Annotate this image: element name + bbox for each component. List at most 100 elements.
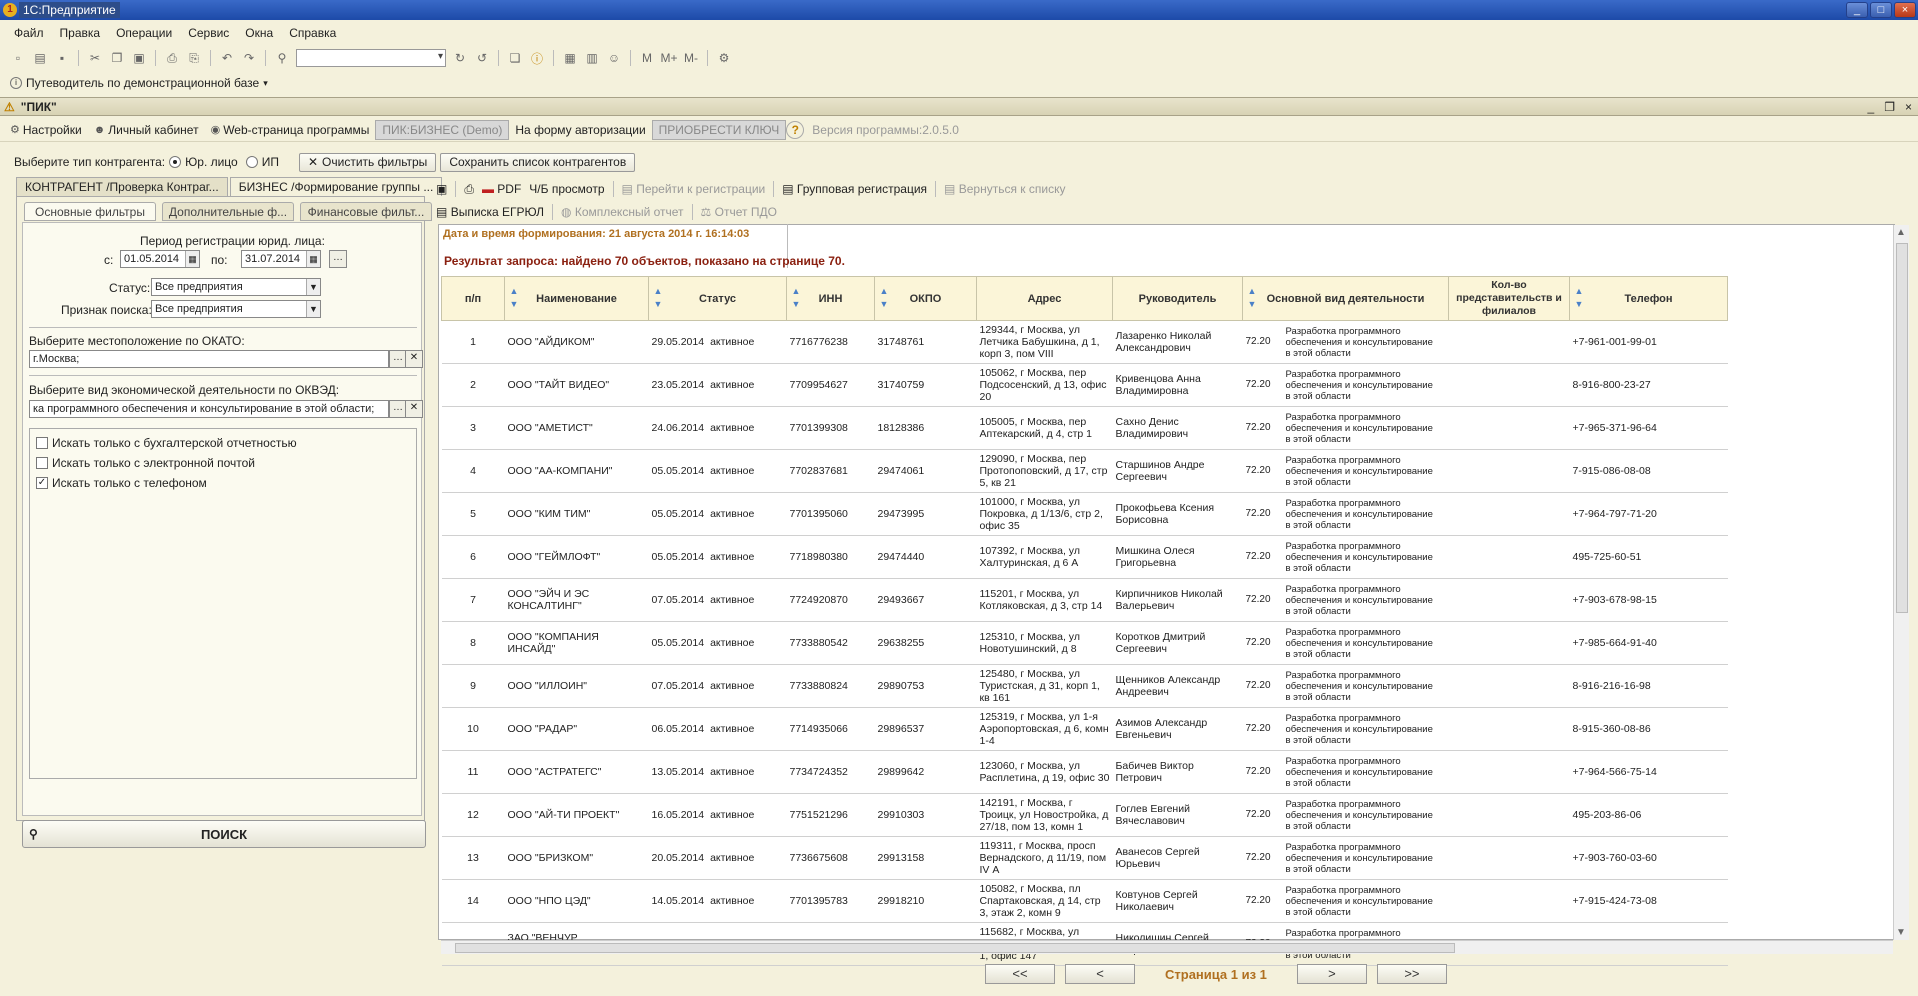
sort-icon[interactable]: ▲ ▼: [1246, 285, 1258, 313]
minimize-button[interactable]: _: [1846, 2, 1868, 18]
sub-close-button[interactable]: ×: [1905, 100, 1912, 114]
table-row[interactable]: 1 ООО "АЙДИКОМ" 29.05.2014 активное 77167762…: [441, 320, 1728, 364]
print-icon[interactable]: ⎙: [164, 50, 180, 66]
windows-icon[interactable]: ❏: [507, 50, 523, 66]
col-name[interactable]: ▲ ▼ Наименование: [504, 276, 649, 321]
mem-mminus-button[interactable]: M-: [683, 50, 699, 66]
hscroll-thumb[interactable]: [455, 943, 1455, 953]
table-row[interactable]: 14 ООО "НПО ЦЭД" 14.05.2014 активное 7701395…: [441, 879, 1728, 923]
sort-icon[interactable]: ▲ ▼: [878, 285, 890, 313]
clear-filters-button[interactable]: ✕ Очистить фильтры: [298, 152, 437, 172]
sub-restore-button[interactable]: ❐: [1884, 100, 1895, 114]
paste-icon[interactable]: ▣: [131, 50, 147, 66]
menu-file[interactable]: Файл: [14, 26, 44, 40]
demo-button[interactable]: ПИК:БИЗНЕС (Demo): [375, 119, 510, 140]
okved-clear-icon[interactable]: ✕: [405, 400, 423, 418]
checkbox-email[interactable]: [36, 457, 48, 469]
group-registration-button[interactable]: ▤ Групповая регистрация: [782, 182, 927, 196]
table-row[interactable]: 9 ООО "ИЛЛОИН" 07.05.2014 активное 773388082…: [441, 664, 1728, 708]
col-okpo[interactable]: ▲ ▼ ОКПО: [874, 276, 977, 321]
sub-minimize-button[interactable]: _: [1868, 100, 1875, 114]
tools-icon[interactable]: ⚙: [716, 50, 732, 66]
menu-edit[interactable]: Правка: [60, 26, 101, 40]
save-list-button[interactable]: Сохранить список контрагентов: [440, 152, 636, 172]
settings-button[interactable]: ⚙ Настройки: [4, 120, 88, 140]
calendar-icon[interactable]: ▦: [185, 251, 199, 267]
mem-m-button[interactable]: M: [639, 50, 655, 66]
tab-finance-filters[interactable]: Финансовые фильт...: [300, 202, 432, 221]
col-activity[interactable]: ▲ ▼ Основной вид деятельности: [1242, 276, 1449, 321]
horizontal-scrollbar[interactable]: [441, 940, 1893, 954]
maximize-button[interactable]: □: [1870, 2, 1892, 18]
cabinet-button[interactable]: ☻ Личный кабинет: [88, 120, 205, 140]
table-row[interactable]: 7 ООО "ЭЙЧ И ЭС КОНСАЛТИНГ" 07.05.2014 акти…: [441, 578, 1728, 622]
okved-field[interactable]: ка программного обеспечения и консультир…: [29, 400, 389, 418]
table-row[interactable]: 3 ООО "АМЕТИСТ" 24.06.2014 активное 77013993…: [441, 406, 1728, 450]
redo-icon[interactable]: ↷: [241, 50, 257, 66]
sign-select[interactable]: Все предприятия ▼: [151, 300, 321, 318]
okato-field[interactable]: г.Москва;: [29, 350, 389, 368]
table-row[interactable]: 8 ООО "КОМПАНИЯ ИНСАЙД" 05.05.2014 активное…: [441, 621, 1728, 665]
tab-business[interactable]: БИЗНЕС /Формирование группы ...: [229, 177, 443, 196]
status-select[interactable]: Все предприятия ▼: [151, 278, 321, 296]
users-icon[interactable]: ☺: [606, 50, 622, 66]
sort-icon[interactable]: ▲ ▼: [508, 285, 520, 313]
pdf-button[interactable]: ▬ PDF: [482, 182, 521, 196]
search-combo[interactable]: [296, 49, 446, 67]
sort-icon[interactable]: ▲ ▼: [652, 285, 664, 313]
period-select-button[interactable]: …: [329, 250, 347, 268]
last-page-button[interactable]: >>: [1376, 964, 1447, 984]
egrul-button[interactable]: ▤ Выписка ЕГРЮЛ: [436, 205, 544, 219]
cut-icon[interactable]: ✂: [87, 50, 103, 66]
mem-mplus-button[interactable]: M+: [661, 50, 678, 66]
buy-key-button[interactable]: ПРИОБРЕСТИ КЛЮЧ: [651, 119, 787, 140]
scroll-up-icon[interactable]: ▲: [1896, 227, 1906, 238]
radio-ip[interactable]: [245, 156, 258, 168]
first-page-button[interactable]: <<: [985, 964, 1055, 984]
table-row[interactable]: 2 ООО "ТАЙТ ВИДЕО" 23.05.2014 активное 77099…: [441, 363, 1728, 407]
col-phone[interactable]: ▲ ▼ Телефон: [1569, 276, 1728, 321]
prev-page-button[interactable]: <: [1065, 964, 1135, 984]
table-row[interactable]: 11 ООО "АСТРАТЕГС" 13.05.2014 активное 77347…: [441, 750, 1728, 794]
save-icon[interactable]: ▪: [54, 50, 70, 66]
col-inn[interactable]: ▲ ▼ ИНН: [786, 276, 875, 321]
auth-button[interactable]: На форму авторизации: [509, 120, 651, 140]
print-icon[interactable]: ⎙: [464, 182, 474, 197]
tab-extra-filters[interactable]: Дополнительные ф...: [162, 202, 294, 221]
date-to-field[interactable]: 31.07.2014 ▦: [241, 250, 321, 268]
table-row[interactable]: 4 ООО "АА-КОМПАНИ" 05.05.2014 активное 77028…: [441, 449, 1728, 493]
save-icon[interactable]: ▣: [436, 182, 447, 196]
find-icon[interactable]: ⚲: [274, 50, 290, 66]
complex-report-button[interactable]: ◍ Комплексный отчет: [561, 205, 684, 219]
scroll-thumb[interactable]: [1896, 243, 1908, 613]
col-status[interactable]: ▲ ▼ Статус: [648, 276, 787, 321]
close-button[interactable]: ×: [1894, 2, 1916, 18]
table-row[interactable]: 10 ООО "РАДАР" 06.05.2014 активное 771493506…: [441, 707, 1728, 751]
menu-windows[interactable]: Окна: [245, 26, 273, 40]
next-page-button[interactable]: >: [1296, 964, 1367, 984]
table-row[interactable]: 12 ООО "АЙ-ТИ ПРОЕКТ" 16.05.2014 активное 77…: [441, 793, 1728, 837]
menu-service[interactable]: Сервис: [188, 26, 229, 40]
menu-operations[interactable]: Операции: [116, 26, 172, 40]
find-prev-icon[interactable]: ↺: [474, 50, 490, 66]
search-button[interactable]: ⚲ ПОИСК: [22, 820, 426, 848]
help-button[interactable]: ?: [786, 120, 805, 139]
web-button[interactable]: ◉ Web-страница программы: [205, 120, 376, 140]
find-next-icon[interactable]: ↻: [452, 50, 468, 66]
calendar-icon[interactable]: ▦: [306, 251, 320, 267]
open-folder-icon[interactable]: ▤: [32, 50, 48, 66]
undo-icon[interactable]: ↶: [219, 50, 235, 66]
print-preview-icon[interactable]: ⎘: [186, 50, 202, 66]
tab-contractor[interactable]: КОНТРАГЕНТ /Проверка Контраг...: [16, 177, 228, 196]
date-from-field[interactable]: 01.05.2014 ▦: [120, 250, 200, 268]
back-to-list-button[interactable]: ▤ Вернуться к списку: [944, 182, 1065, 196]
checkbox-phone[interactable]: ✓: [36, 477, 48, 489]
copy-icon[interactable]: ❐: [109, 50, 125, 66]
vertical-scrollbar[interactable]: ▲ ▼: [1893, 225, 1909, 940]
info-icon[interactable]: ⓘ: [529, 50, 545, 66]
chk-phone[interactable]: ✓ Искать только с телефоном: [36, 476, 207, 490]
table-row[interactable]: 13 ООО "БРИЗКОМ" 20.05.2014 активное 7736675…: [441, 836, 1728, 880]
calendar-icon[interactable]: ▥: [584, 50, 600, 66]
menu-help[interactable]: Справка: [289, 26, 336, 40]
bw-view-button[interactable]: Ч/Б просмотр: [529, 182, 604, 196]
